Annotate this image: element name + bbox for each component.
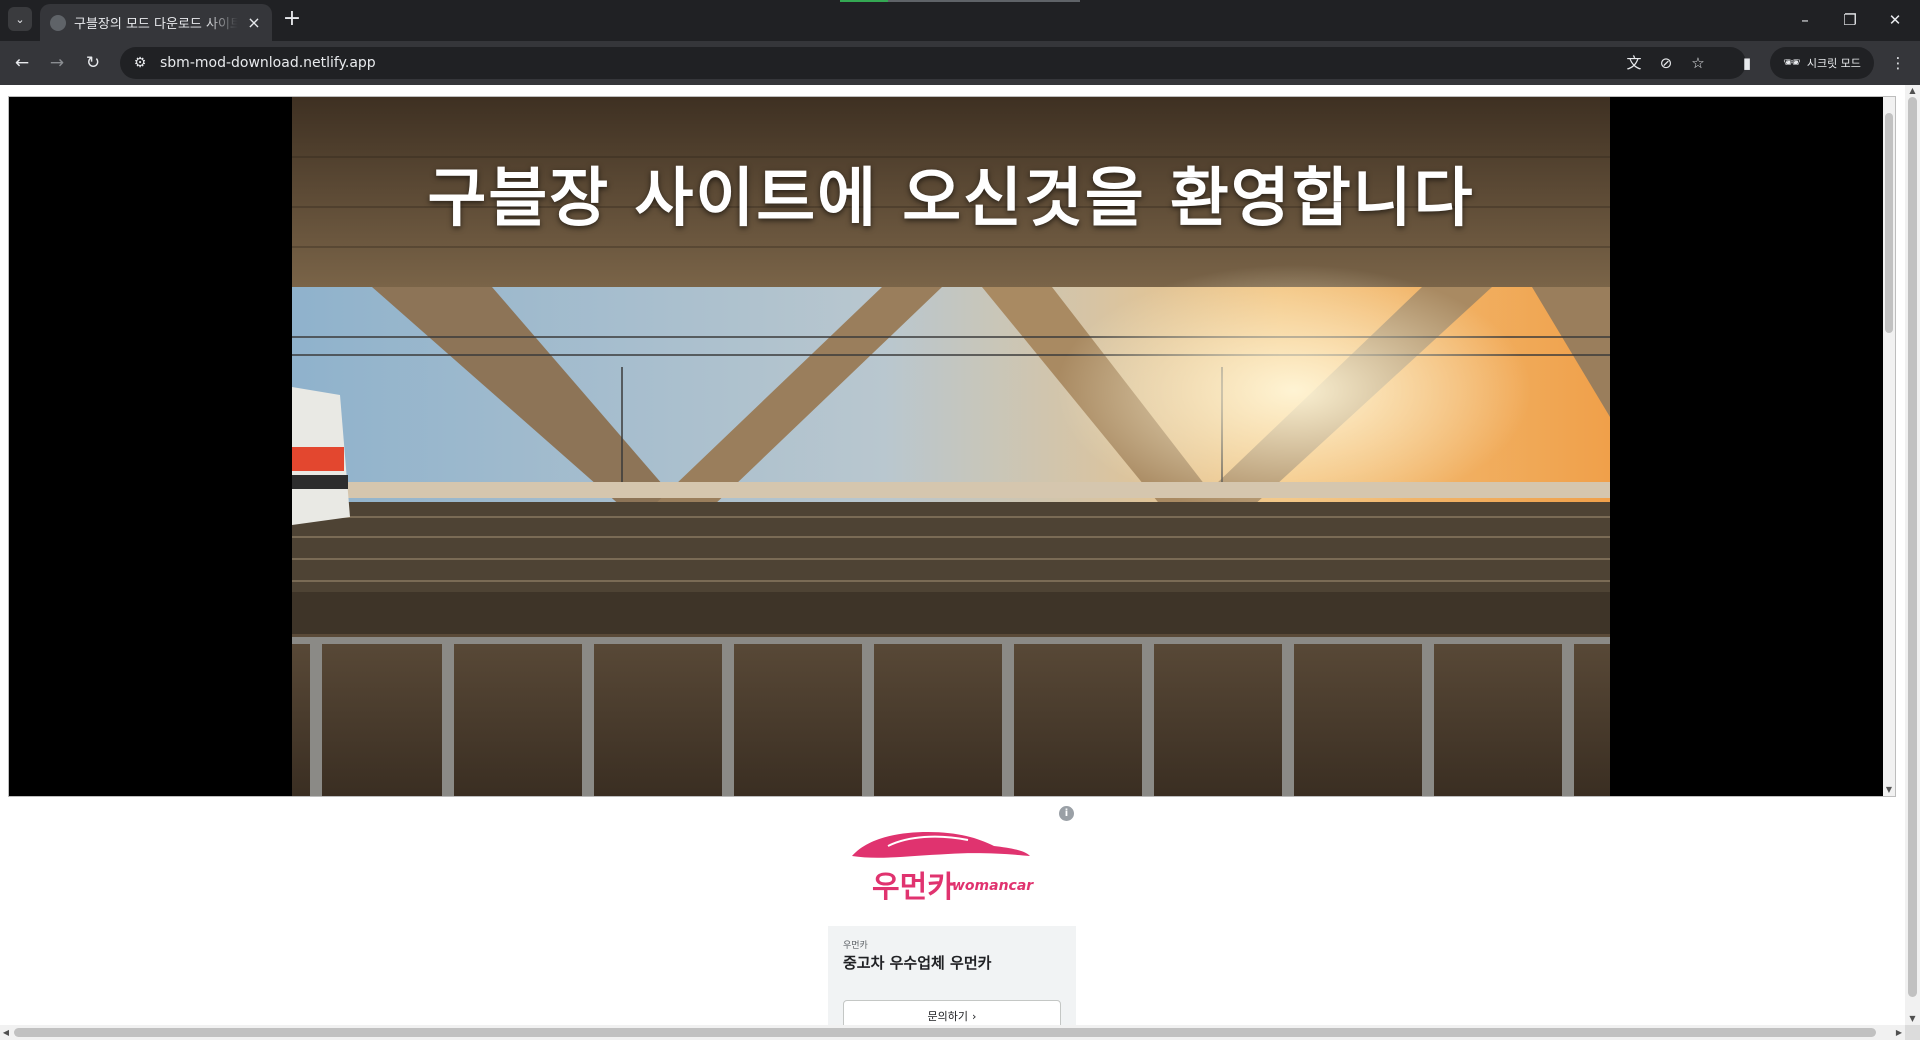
incognito-label: 시크릿 모드: [1806, 57, 1861, 70]
ad-body[interactable]: 우먼카 중고차 우수업체 우먼카 문의하기 ›: [828, 926, 1076, 1040]
kebab-menu-icon[interactable]: ⋮: [1886, 51, 1910, 75]
chevron-right-icon: ›: [972, 1009, 977, 1023]
ad-brand-ko: 우먼카: [872, 870, 955, 905]
page-viewport: 구블장 사이트에 오신것을 환영합니다 ▼ 우먼카 womancar i 우먼카…: [0, 85, 1920, 1040]
scroll-left-arrow-icon[interactable]: ◀: [0, 1025, 12, 1040]
browser-toolbar: ← → ↻ ⚙ sbm-mod-download.netlify.app 文 ⊘…: [0, 41, 1920, 85]
url-text[interactable]: sbm-mod-download.netlify.app: [160, 55, 376, 71]
ad-brand-en: womancar: [952, 878, 1034, 894]
forward-icon[interactable]: →: [45, 51, 69, 75]
ad-cta-label: 문의하기: [927, 1010, 969, 1023]
page-horizontal-scrollbar-thumb[interactable]: [14, 1028, 1876, 1037]
active-tab[interactable]: 구블장의 모드 다운로드 사이트 ×: [40, 4, 272, 41]
address-bar[interactable]: ⚙ sbm-mod-download.netlify.app 文 ⊘ ☆: [120, 47, 1746, 79]
scroll-down-arrow-icon[interactable]: ▼: [1884, 785, 1894, 795]
ad-logo[interactable]: 우먼카 womancar: [828, 798, 1076, 926]
site-info-icon[interactable]: ⚙: [126, 51, 154, 75]
minimize-icon[interactable]: –: [1791, 8, 1819, 32]
video-embed[interactable]: 구블장 사이트에 오신것을 환영합니다 ▼: [8, 96, 1896, 797]
hero-title: 구블장 사이트에 오신것을 환영합니다: [427, 162, 1475, 236]
translate-icon[interactable]: 文: [1622, 51, 1646, 75]
ad-info-icon[interactable]: i: [1059, 806, 1074, 821]
embed-scrollbar[interactable]: ▼: [1883, 97, 1895, 796]
back-icon[interactable]: ←: [10, 51, 34, 75]
scroll-right-arrow-icon[interactable]: ▶: [1893, 1025, 1905, 1040]
star-icon[interactable]: ☆: [1686, 51, 1710, 75]
tab-loading-indicator: [840, 0, 1080, 2]
close-window-icon[interactable]: ✕: [1881, 8, 1909, 32]
side-panel-icon[interactable]: ▮: [1735, 51, 1759, 75]
page-horizontal-scrollbar[interactable]: ◀ ▶: [0, 1025, 1905, 1040]
page-vertical-scrollbar-thumb[interactable]: [1908, 97, 1917, 997]
eye-off-icon[interactable]: ⊘: [1654, 51, 1678, 75]
chevron-down-icon: ⌄: [15, 12, 25, 26]
incognito-indicator[interactable]: 🕶 시크릿 모드: [1770, 47, 1874, 79]
ad-advertiser: 우먼카: [843, 941, 868, 951]
incognito-icon: 🕶: [1783, 55, 1801, 71]
plus-icon[interactable]: +: [280, 8, 304, 32]
ad-headline[interactable]: 중고차 우수업체 우먼카: [843, 952, 991, 973]
globe-icon: [50, 14, 66, 31]
reload-icon[interactable]: ↻: [81, 51, 105, 75]
tab-title: 구블장의 모드 다운로드 사이트: [74, 17, 238, 32]
scrollbar-corner: [1905, 1025, 1920, 1040]
video-scene: 구블장 사이트에 오신것을 환영합니다: [292, 97, 1610, 796]
ad-card[interactable]: 우먼카 womancar i 우먼카 중고차 우수업체 우먼카 문의하기 ›: [828, 798, 1076, 1040]
scroll-down-arrow-icon[interactable]: ▼: [1905, 1013, 1920, 1025]
restore-icon[interactable]: ❐: [1836, 8, 1864, 32]
tab-search-button[interactable]: ⌄: [8, 7, 32, 31]
close-tab-icon[interactable]: ×: [246, 13, 262, 32]
embed-scrollbar-thumb[interactable]: [1885, 113, 1893, 333]
tab-strip: ⌄ 구블장의 모드 다운로드 사이트 × + – ❐ ✕: [0, 0, 1920, 41]
page-vertical-scrollbar[interactable]: ▲ ▼: [1905, 85, 1920, 1025]
scroll-up-arrow-icon[interactable]: ▲: [1905, 85, 1920, 97]
